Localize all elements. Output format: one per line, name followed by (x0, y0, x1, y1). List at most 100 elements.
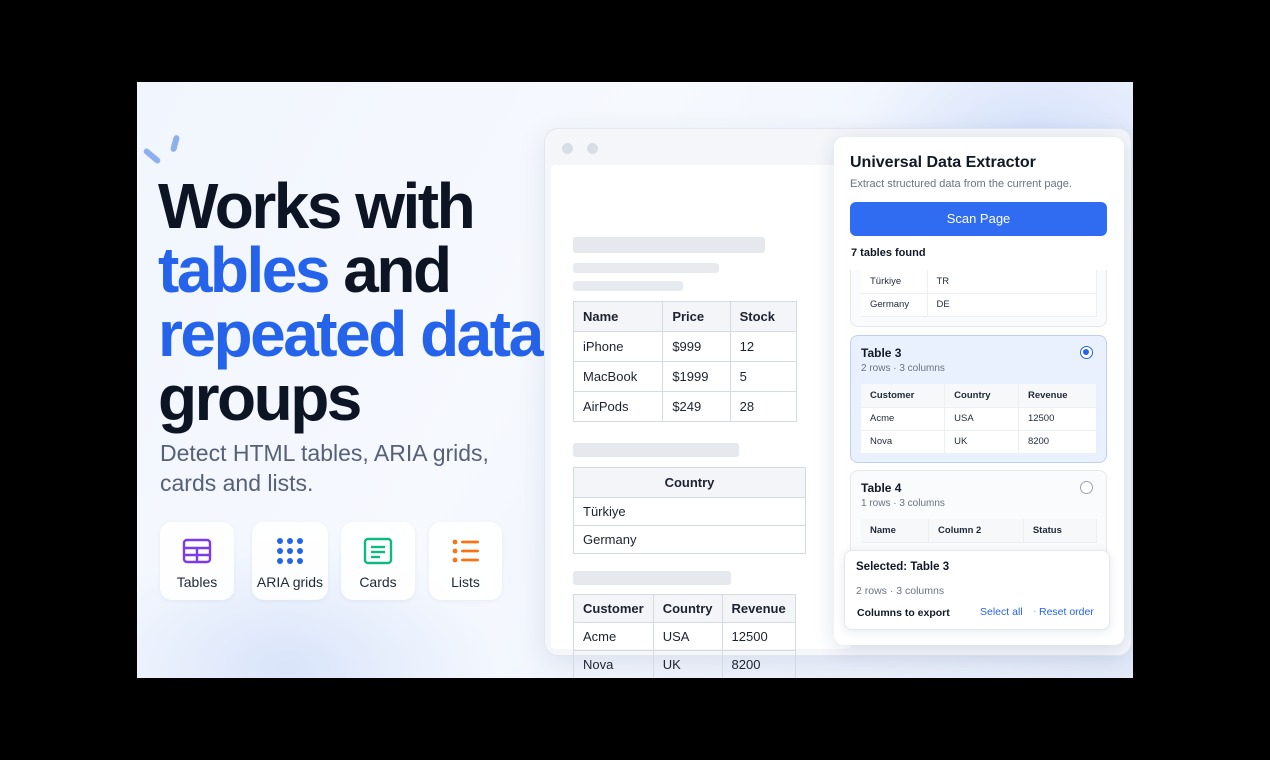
table-cell: Acme (861, 407, 946, 431)
table-header: Country (944, 384, 1019, 408)
table-cell: iPhone (572, 331, 664, 362)
table-cell: 5 (729, 361, 798, 392)
table-cell: USA (652, 622, 723, 651)
table-row: iPhone $999 12 (572, 331, 798, 362)
table-cell: 8200 (1018, 430, 1098, 454)
table-header: Customer (861, 384, 946, 408)
table-header: Price (662, 301, 731, 332)
table-header: Name (572, 301, 664, 332)
feature-label: ARIA grids (256, 574, 324, 590)
table-cell: MacBook (572, 361, 664, 392)
selection-summary: Selected: Table 3 2 rows · 3 columns Col… (844, 550, 1110, 630)
grid-dots-icon (277, 538, 303, 564)
feature-tables: Tables (160, 522, 234, 600)
table-row: AirPods $249 28 (572, 391, 798, 422)
table-cell: Türkiye (861, 270, 928, 294)
table-cell: $999 (662, 331, 731, 362)
panel-subtitle: Extract structured data from the current… (850, 178, 1072, 190)
table-header: Revenue (1018, 384, 1098, 408)
card-title: Table 3 (861, 346, 902, 360)
table-cell: UK (944, 430, 1019, 454)
table-card-table-3[interactable]: Table 3 2 rows · 3 columns Customer Coun… (850, 335, 1107, 463)
headline-line-2: tables and (158, 238, 548, 302)
table-header-row: Customer Country Revenue (861, 384, 1098, 408)
list-icon (452, 539, 479, 563)
selected-table-meta: 2 rows · 3 columns (856, 585, 945, 597)
table-header-row: Country (573, 467, 806, 498)
table-cell: $1999 (662, 361, 731, 392)
table-preview: Türkiye TR Germany DE (861, 270, 1097, 317)
card-title: Table 4 (861, 481, 902, 495)
reset-order-link[interactable]: Reset order (1039, 606, 1094, 618)
table-cell: 12500 (1018, 407, 1098, 431)
feature-aria-grids: ARIA grids (252, 522, 328, 600)
headline-highlight: tables (158, 234, 330, 306)
table-header: Column 2 (928, 519, 1024, 543)
table-row: Acme USA 12500 (573, 622, 796, 651)
placeholder-bar (573, 281, 683, 291)
table-cell: AirPods (572, 391, 664, 422)
feature-label: Tables (176, 574, 218, 590)
webpage-content: Name Price Stock iPhone $999 12 MacBook … (551, 165, 851, 678)
table-preview: Customer Country Revenue Acme USA 12500 … (861, 384, 1098, 454)
table-cell: 28 (729, 391, 798, 422)
window-dot (562, 143, 573, 154)
scan-page-button[interactable]: Scan Page (850, 202, 1107, 236)
table-cell: 12500 (721, 622, 796, 651)
table-cell: 8200 (721, 650, 796, 678)
table-row: Germany (573, 525, 806, 554)
tables-found-count: 7 tables found (851, 247, 926, 259)
feature-cards: Cards (341, 522, 415, 600)
table-icon (182, 538, 212, 564)
table-header: Status (1023, 519, 1098, 543)
table-card-table-4[interactable]: Table 4 1 rows · 3 columns Name Column 2… (850, 470, 1107, 560)
table-row: Türkiye (573, 497, 806, 526)
feature-label: Lists (451, 574, 480, 590)
selected-table-title: Selected: Table 3 (856, 561, 950, 573)
table-row: Nova UK 8200 (573, 650, 796, 678)
products-table: Name Price Stock iPhone $999 12 MacBook … (572, 301, 798, 422)
placeholder-bar (573, 263, 719, 273)
table-row: Nova UK 8200 (861, 430, 1098, 454)
headline-line-3: repeated data (158, 298, 544, 370)
placeholder-bar (573, 443, 739, 457)
columns-to-export-label: Columns to export (857, 607, 950, 619)
table-cell: USA (944, 407, 1019, 431)
table-cell: TR (927, 270, 1097, 294)
table-cell: Germany (573, 525, 806, 554)
placeholder-bar (573, 237, 765, 253)
panel-title: Universal Data Extractor (850, 154, 1036, 171)
window-dot (587, 143, 598, 154)
headline-line-1: Works with (158, 170, 476, 242)
placeholder-bar (573, 571, 731, 585)
feature-label: Cards (359, 574, 397, 590)
table-cell: Nova (861, 430, 946, 454)
table-row: MacBook $1999 5 (572, 361, 798, 392)
headline-text: and (327, 234, 452, 306)
radio-unselected[interactable] (1080, 481, 1093, 494)
radio-selected[interactable] (1080, 346, 1093, 359)
card-icon (363, 537, 393, 565)
sparkle-decoration (169, 134, 181, 153)
subheading: Detect HTML tables, ARIA grids, cards an… (160, 440, 489, 496)
table-cell: Acme (573, 622, 654, 651)
table-row: Türkiye TR (861, 270, 1097, 294)
table-card-partial[interactable]: Türkiye TR Germany DE (850, 270, 1107, 327)
sparkle-decoration (142, 147, 162, 165)
table-header: Country (573, 467, 806, 498)
select-all-link[interactable]: Select all (980, 606, 1023, 618)
table-cell: 12 (729, 331, 798, 362)
table-header: Customer (573, 594, 654, 623)
table-header-row: Customer Country Revenue (573, 594, 796, 623)
table-row: Acme USA 12500 (861, 407, 1098, 431)
table-cell: DE (927, 293, 1097, 317)
table-preview: Name Column 2 Status (861, 519, 1098, 543)
headline-line-4: groups (158, 362, 362, 434)
table-header-row: Name Price Stock (572, 301, 798, 332)
extension-panel: Universal Data Extractor Extract structu… (834, 137, 1124, 645)
table-row: Germany DE (861, 293, 1097, 317)
table-header-row: Name Column 2 Status (861, 519, 1098, 543)
table-cell: Nova (573, 650, 654, 678)
table-cell: Germany (861, 293, 928, 317)
link-separator: · (1033, 605, 1037, 617)
